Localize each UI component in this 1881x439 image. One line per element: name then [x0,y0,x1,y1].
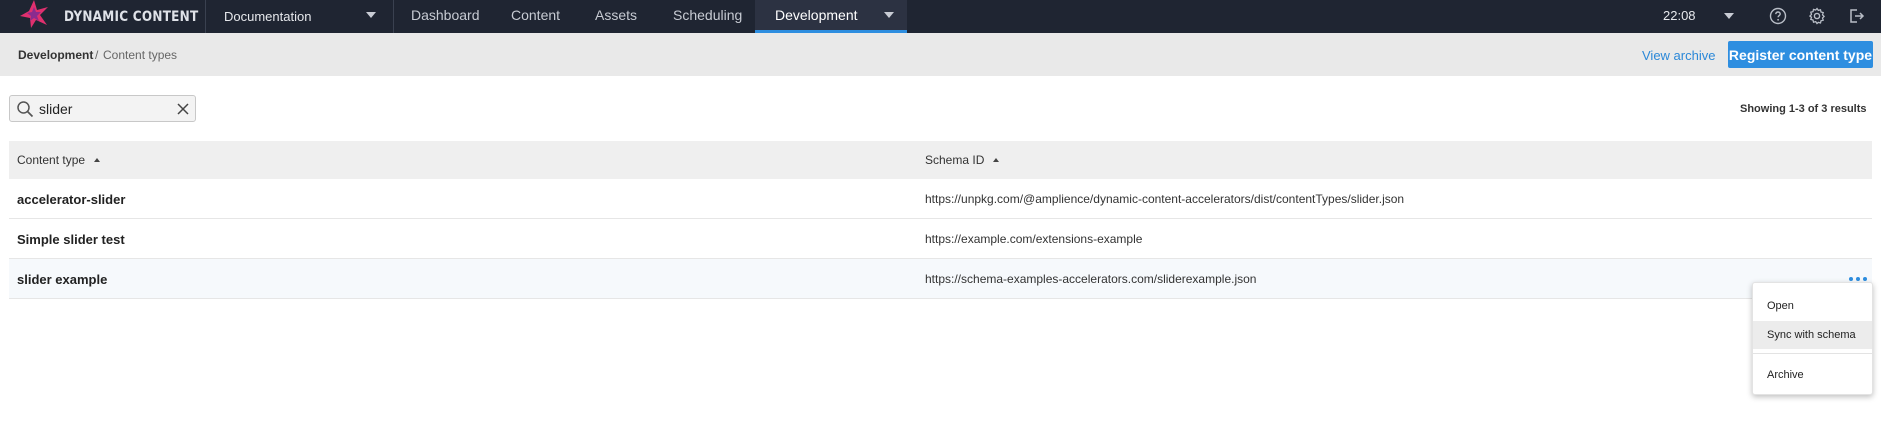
search-box [9,95,196,122]
sign-out-icon[interactable] [1847,7,1865,25]
breadcrumb-separator: / [95,48,99,62]
nav-assets[interactable]: Assets [595,0,637,33]
breadcrumb-bar: Development / Content types View archive [0,33,1881,76]
row-context-menu: Open Sync with schema Archive [1752,282,1873,395]
column-header-label: Content type [17,153,86,167]
help-icon[interactable] [1769,7,1787,25]
menu-item-archive[interactable]: Archive [1753,361,1872,389]
column-header-schema-id[interactable]: Schema ID [925,153,1000,167]
view-archive-link[interactable]: View archive [1642,48,1715,63]
breadcrumb-root[interactable]: Development [18,48,93,62]
search-input[interactable] [39,99,169,118]
nav-content[interactable]: Content [511,0,560,33]
column-header-label: Schema ID [925,153,985,167]
nav-dashboard[interactable]: Dashboard [411,0,480,33]
nav-divider [393,0,394,33]
content-type-name[interactable]: slider example [17,272,107,287]
gear-icon[interactable] [1808,7,1826,25]
top-nav-bar: DYNAMIC CONTENT Documentation Dashboard … [0,0,1881,33]
results-count: Showing 1-3 of 3 results [1740,103,1867,115]
register-content-type-button[interactable]: Register content type [1728,41,1873,68]
development-chevron-down-icon[interactable] [884,12,894,18]
clock-time: 22:08 [1663,8,1696,23]
star-logo-icon [18,0,50,34]
nav-scheduling[interactable]: Scheduling [673,0,742,33]
menu-divider [1753,353,1872,354]
brand-name: DYNAMIC CONTENT [64,8,199,25]
content-type-name[interactable]: Simple slider test [17,232,125,247]
table-row[interactable]: Simple slider test https://example.com/e… [9,219,1872,259]
sort-ascending-icon [94,158,101,162]
column-header-content-type[interactable]: Content type [17,153,101,167]
search-icon [16,100,34,118]
menu-item-open[interactable]: Open [1753,292,1872,320]
nav-divider [205,0,206,33]
content-type-name[interactable]: accelerator-slider [17,192,125,207]
schema-id: https://unpkg.com/@amplience/dynamic-con… [925,192,1405,206]
clock-chevron-down-icon[interactable] [1724,13,1734,19]
table-header: Content type Schema ID [9,141,1872,179]
table-row[interactable]: accelerator-slider https://unpkg.com/@am… [9,179,1872,219]
hub-chevron-down-icon[interactable] [366,12,376,18]
hub-name: Documentation [224,9,312,24]
menu-item-sync-with-schema[interactable]: Sync with schema [1753,321,1872,349]
app-logo[interactable]: DYNAMIC CONTENT [18,0,220,33]
hub-selector[interactable]: Documentation [224,0,311,33]
clear-search-icon[interactable] [176,102,190,116]
schema-id: https://example.com/extensions-example [925,232,1143,246]
schema-id: https://schema-examples-accelerators.com… [925,272,1257,286]
sort-ascending-icon [993,158,1000,162]
table-row[interactable]: slider example https://schema-examples-a… [9,259,1872,299]
breadcrumb-current: Content types [103,48,178,62]
